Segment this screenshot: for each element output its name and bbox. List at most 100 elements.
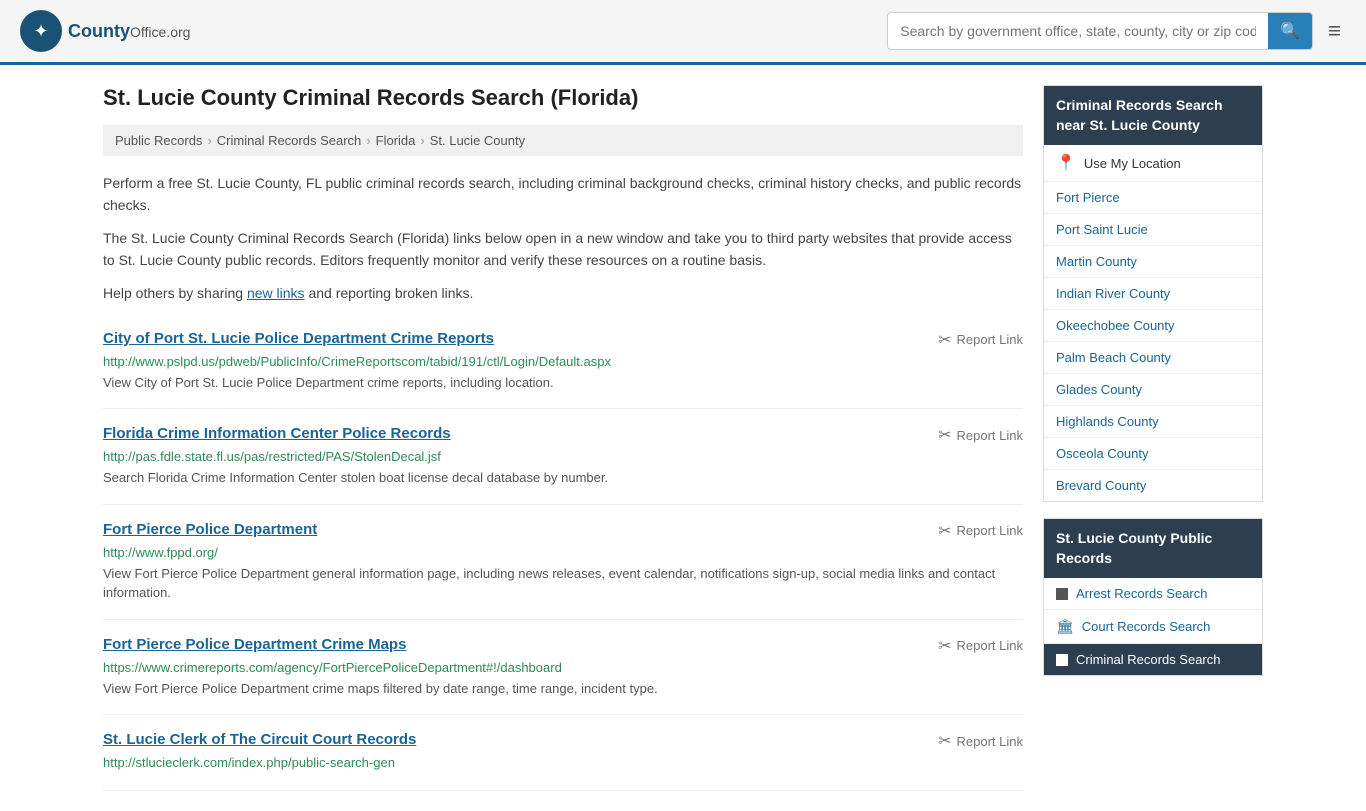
public-records-item-0[interactable]: Arrest Records Search (1044, 578, 1262, 610)
logo-text: CountyOffice.org (68, 21, 190, 42)
nearby-item-10[interactable]: Brevard County (1044, 470, 1262, 501)
result-title[interactable]: Fort Pierce Police Department Crime Maps (103, 636, 406, 653)
location-dot-icon: 📍 (1056, 153, 1076, 173)
breadcrumb: Public Records › Criminal Records Search… (103, 125, 1023, 156)
result-desc: View Fort Pierce Police Department gener… (103, 564, 1023, 603)
report-link-label: Report Link (957, 638, 1023, 653)
nearby-item-label: Glades County (1056, 382, 1142, 397)
breadcrumb-florida[interactable]: Florida (376, 133, 416, 148)
result-item-0: City of Port St. Lucie Police Department… (103, 314, 1023, 410)
new-links-link[interactable]: new links (247, 285, 305, 301)
result-title-row: Fort Pierce Police Department ✂ Report L… (103, 521, 1023, 541)
main-container: St. Lucie County Criminal Records Search… (83, 65, 1283, 811)
nearby-item-5[interactable]: Okeechobee County (1044, 310, 1262, 342)
result-url[interactable]: http://pas.fdle.state.fl.us/pas/restrict… (103, 449, 1023, 464)
result-title-row: City of Port St. Lucie Police Department… (103, 330, 1023, 350)
public-records-items: Arrest Records Search 🏛 Court Records Sear… (1044, 578, 1262, 675)
square-icon (1056, 654, 1068, 666)
result-title[interactable]: Fort Pierce Police Department (103, 521, 317, 538)
nearby-item-label: Brevard County (1056, 478, 1146, 493)
report-link-icon: ✂ (938, 521, 951, 541)
report-link-icon: ✂ (938, 636, 951, 656)
result-url[interactable]: http://www.pslpd.us/pdweb/PublicInfo/Cri… (103, 354, 1023, 369)
nearby-item-2[interactable]: Port Saint Lucie (1044, 214, 1262, 246)
description-2: The St. Lucie County Criminal Records Se… (103, 227, 1023, 272)
public-records-item-label: Court Records Search (1082, 619, 1211, 634)
result-title[interactable]: St. Lucie Clerk of The Circuit Court Rec… (103, 731, 416, 748)
breadcrumb-current: St. Lucie County (430, 133, 525, 148)
report-link[interactable]: ✂ Report Link (938, 425, 1023, 445)
logo-icon: ✦ (20, 10, 62, 52)
nearby-item-0[interactable]: 📍 Use My Location (1044, 145, 1262, 182)
result-desc: View City of Port St. Lucie Police Depar… (103, 373, 1023, 393)
nearby-item-9[interactable]: Osceola County (1044, 438, 1262, 470)
search-button[interactable]: 🔍 (1268, 13, 1312, 49)
nearby-item-label: Okeechobee County (1056, 318, 1175, 333)
report-link-icon: ✂ (938, 731, 951, 751)
report-link-icon: ✂ (938, 425, 951, 445)
building-icon: 🏛 (1056, 618, 1074, 635)
nearby-item-1[interactable]: Fort Pierce (1044, 182, 1262, 214)
report-link[interactable]: ✂ Report Link (938, 521, 1023, 541)
nearby-item-label: Fort Pierce (1056, 190, 1120, 205)
report-link[interactable]: ✂ Report Link (938, 636, 1023, 656)
result-title[interactable]: Florida Crime Information Center Police … (103, 425, 451, 442)
breadcrumb-criminal-records[interactable]: Criminal Records Search (217, 133, 362, 148)
result-item-3: Fort Pierce Police Department Crime Maps… (103, 620, 1023, 716)
page-title: St. Lucie County Criminal Records Search… (103, 85, 1023, 111)
report-link[interactable]: ✂ Report Link (938, 731, 1023, 751)
public-records-item-label: Criminal Records Search (1076, 652, 1221, 667)
report-link-label: Report Link (957, 523, 1023, 538)
public-records-item-1[interactable]: 🏛 Court Records Search (1044, 610, 1262, 644)
result-url[interactable]: https://www.crimereports.com/agency/Fort… (103, 660, 1023, 675)
breadcrumb-public-records[interactable]: Public Records (115, 133, 202, 148)
nearby-item-label: Martin County (1056, 254, 1137, 269)
nearby-items: 📍 Use My Location Fort Pierce Port Saint Lu… (1044, 145, 1262, 501)
public-records-item-label: Arrest Records Search (1076, 586, 1208, 601)
description-3: Help others by sharing new links and rep… (103, 282, 1023, 304)
nearby-item-4[interactable]: Indian River County (1044, 278, 1262, 310)
description-1: Perform a free St. Lucie County, FL publ… (103, 172, 1023, 217)
nearby-header: Criminal Records Search near St. Lucie C… (1044, 86, 1262, 145)
nearby-item-label: Osceola County (1056, 446, 1149, 461)
header-right: 🔍 ≡ (887, 12, 1346, 50)
report-link[interactable]: ✂ Report Link (938, 330, 1023, 350)
content-area: St. Lucie County Criminal Records Search… (103, 85, 1023, 791)
header: ✦ CountyOffice.org 🔍 ≡ (0, 0, 1366, 65)
search-input[interactable] (888, 15, 1268, 47)
nearby-item-label: Port Saint Lucie (1056, 222, 1148, 237)
result-title-row: Florida Crime Information Center Police … (103, 425, 1023, 445)
nearby-item-3[interactable]: Martin County (1044, 246, 1262, 278)
square-icon (1056, 588, 1068, 600)
results-container: City of Port St. Lucie Police Department… (103, 314, 1023, 792)
search-bar: 🔍 (887, 12, 1313, 50)
result-item-2: Fort Pierce Police Department ✂ Report L… (103, 505, 1023, 620)
logo-area: ✦ CountyOffice.org (20, 10, 190, 52)
public-records-header: St. Lucie County Public Records (1044, 519, 1262, 578)
result-title-row: St. Lucie Clerk of The Circuit Court Rec… (103, 731, 1023, 751)
nearby-item-label: Highlands County (1056, 414, 1159, 429)
public-records-item-2[interactable]: Criminal Records Search (1044, 644, 1262, 675)
result-item-1: Florida Crime Information Center Police … (103, 409, 1023, 505)
public-records-box: St. Lucie County Public Records Arrest R… (1043, 518, 1263, 676)
result-url[interactable]: http://stlucieclerk.com/index.php/public… (103, 755, 1023, 770)
nearby-box: Criminal Records Search near St. Lucie C… (1043, 85, 1263, 502)
sidebar: Criminal Records Search near St. Lucie C… (1043, 85, 1263, 791)
result-item-4: St. Lucie Clerk of The Circuit Court Rec… (103, 715, 1023, 791)
result-desc: View Fort Pierce Police Department crime… (103, 679, 1023, 699)
result-title[interactable]: City of Port St. Lucie Police Department… (103, 330, 494, 347)
nearby-item-6[interactable]: Palm Beach County (1044, 342, 1262, 374)
report-link-label: Report Link (957, 734, 1023, 749)
result-url[interactable]: http://www.fppd.org/ (103, 545, 1023, 560)
result-title-row: Fort Pierce Police Department Crime Maps… (103, 636, 1023, 656)
report-link-label: Report Link (957, 428, 1023, 443)
nearby-item-label: Palm Beach County (1056, 350, 1171, 365)
nearby-item-7[interactable]: Glades County (1044, 374, 1262, 406)
result-desc: Search Florida Crime Information Center … (103, 468, 1023, 488)
report-link-label: Report Link (957, 332, 1023, 347)
menu-icon[interactable]: ≡ (1323, 13, 1346, 49)
nearby-item-8[interactable]: Highlands County (1044, 406, 1262, 438)
nearby-item-label: Indian River County (1056, 286, 1170, 301)
nearby-item-label: Use My Location (1084, 156, 1181, 171)
report-link-icon: ✂ (938, 330, 951, 350)
